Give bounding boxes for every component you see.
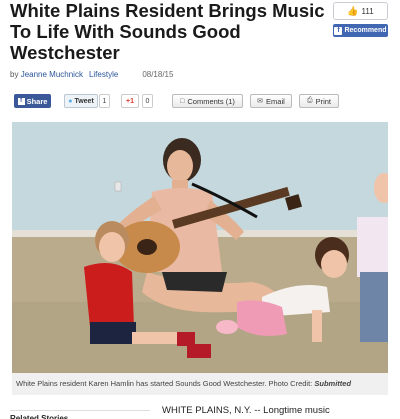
- byline: by Jeanne Muchnick Lifestyle 08/18/15: [10, 70, 173, 79]
- tweet-count: 1: [99, 94, 110, 108]
- facebook-recommend-button[interactable]: f Recommend: [333, 24, 388, 37]
- publish-date: 08/18/15: [142, 70, 174, 79]
- photo-caption: White Plains resident Karen Hamlin has s…: [12, 373, 388, 395]
- like-count: 111: [361, 6, 374, 16]
- printer-icon: ⎙: [306, 97, 313, 104]
- comment-bubble-icon: □: [180, 97, 185, 105]
- google-plus-count: 0: [142, 94, 153, 108]
- comments-button[interactable]: □ Comments (1): [172, 94, 243, 108]
- photo-credit: Submitted: [314, 379, 352, 388]
- facebook-share-button[interactable]: f Share: [14, 94, 51, 108]
- article-photo: [12, 122, 388, 374]
- facebook-f-icon: f: [334, 26, 343, 35]
- facebook-f-icon: f: [17, 97, 25, 105]
- byline-prefix: by Jeanne Muchnick: [10, 70, 83, 79]
- photo-illustration: [12, 122, 388, 374]
- google-plus-button[interactable]: +1: [121, 94, 139, 108]
- recommend-label: Recommend: [344, 27, 387, 34]
- envelope-icon: ✉: [257, 98, 264, 105]
- share-toolbar: f Share ● Tweet 1 +1 0 □ Comments (1) ✉ …: [10, 94, 340, 110]
- tweet-button[interactable]: ● Tweet: [64, 94, 98, 108]
- article-headline: White Plains Resident Brings Music To Li…: [10, 0, 325, 63]
- email-button[interactable]: ✉ Email: [250, 94, 292, 108]
- related-stories-heading: Related Stories: [10, 410, 150, 419]
- print-button[interactable]: ⎙ Print: [299, 94, 339, 108]
- facebook-like-button[interactable]: 👍 111: [333, 2, 388, 20]
- thumbs-up-icon: 👍: [347, 5, 359, 16]
- twitter-bird-icon: ●: [68, 97, 73, 105]
- author-link[interactable]: Jeanne Muchnick: [21, 70, 83, 79]
- article-lede: WHITE PLAINS, N.Y. -- Longtime music: [162, 405, 330, 416]
- section-link[interactable]: Lifestyle: [89, 70, 118, 79]
